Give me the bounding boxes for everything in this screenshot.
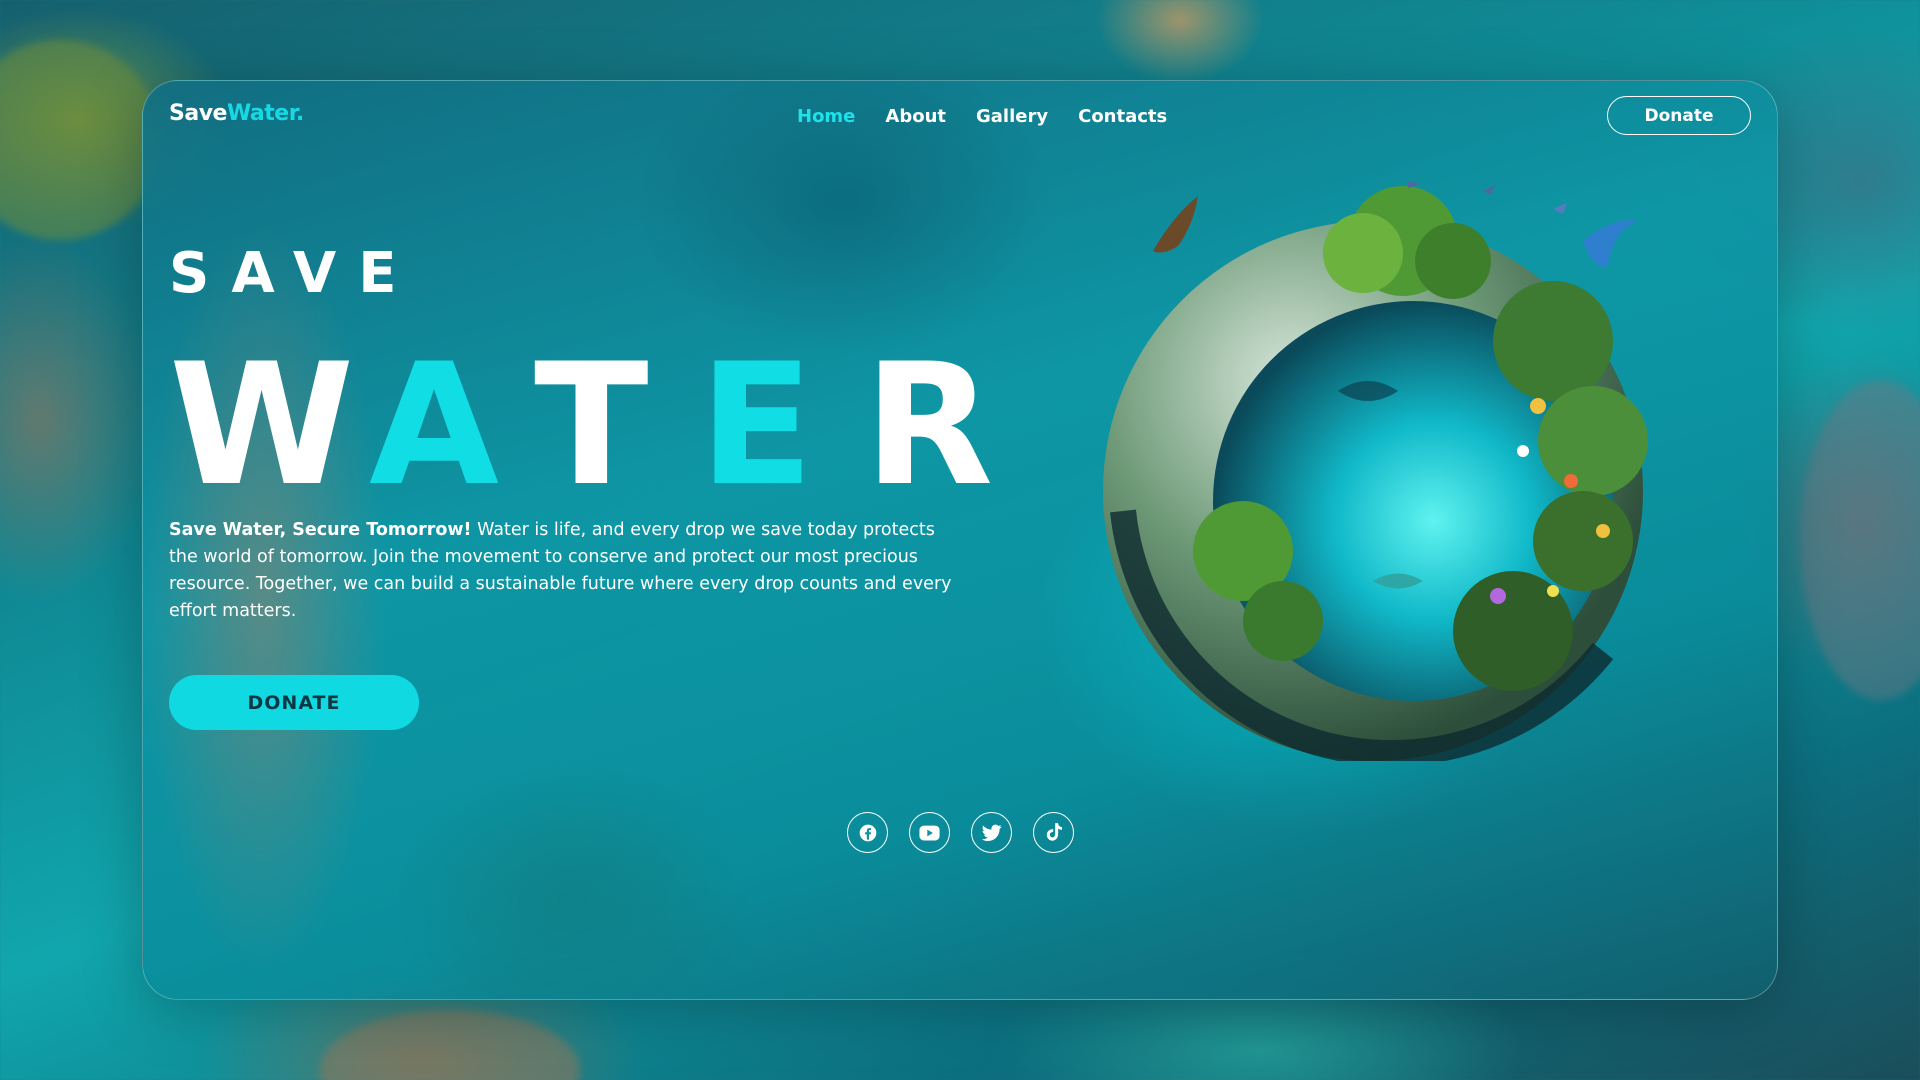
youtube-link[interactable] bbox=[909, 812, 950, 853]
background-rock bbox=[0, 40, 160, 240]
hero-title-letter: E bbox=[699, 327, 814, 523]
twitter-link[interactable] bbox=[971, 812, 1012, 853]
tiktok-link[interactable] bbox=[1033, 812, 1074, 853]
background-rock bbox=[320, 1010, 580, 1080]
hero-card: SaveWater. Home About Gallery Contacts D… bbox=[142, 80, 1778, 1000]
hero-donate-button[interactable]: DONATE bbox=[169, 675, 419, 730]
hero-title-letter: R bbox=[864, 327, 994, 523]
hero-title-letter: W bbox=[169, 327, 355, 523]
brand-logo[interactable]: SaveWater. bbox=[169, 101, 304, 126]
hero-eyebrow: SAVE bbox=[169, 241, 419, 306]
hero-description: Save Water, Secure Tomorrow! Water is li… bbox=[169, 517, 969, 625]
hero-title-letter: A bbox=[369, 327, 500, 523]
nav-item-gallery[interactable]: Gallery bbox=[976, 106, 1048, 127]
main-nav: Home About Gallery Contacts bbox=[797, 106, 1167, 127]
twitter-icon bbox=[981, 824, 1002, 841]
earth-globe-illustration bbox=[1083, 179, 1683, 767]
brand-logo-part2: Water. bbox=[226, 101, 304, 126]
header-donate-button[interactable]: Donate bbox=[1607, 96, 1751, 135]
hero-title: W A T E R bbox=[169, 341, 1029, 509]
youtube-icon bbox=[919, 825, 940, 840]
tiktok-icon bbox=[1046, 822, 1062, 841]
nav-item-home[interactable]: Home bbox=[797, 106, 855, 127]
facebook-link[interactable] bbox=[847, 812, 888, 853]
brand-logo-part1: Save bbox=[169, 101, 227, 126]
hero-description-lead: Save Water, Secure Tomorrow! bbox=[169, 520, 472, 540]
nav-item-contacts[interactable]: Contacts bbox=[1078, 106, 1167, 127]
social-links bbox=[847, 812, 1074, 853]
hero-title-letter: T bbox=[534, 327, 649, 523]
facebook-icon bbox=[859, 824, 876, 841]
background-rock bbox=[1800, 380, 1920, 700]
nav-item-about[interactable]: About bbox=[885, 106, 946, 127]
